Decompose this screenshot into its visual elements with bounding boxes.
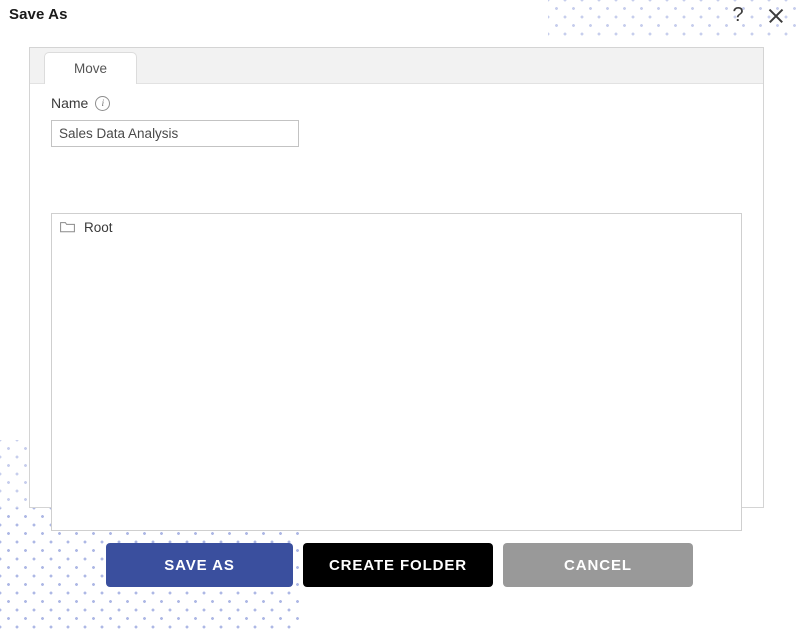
dialog-titlebar: Save As ? xyxy=(0,0,796,36)
name-input[interactable] xyxy=(51,120,299,147)
folder-tree-listbox[interactable]: Root xyxy=(51,213,742,531)
info-icon[interactable]: i xyxy=(95,95,111,111)
folder-tree-item-root[interactable]: Root xyxy=(52,214,741,240)
page-title: Save As xyxy=(9,6,68,23)
cancel-button[interactable]: CANCEL xyxy=(503,543,693,587)
folder-icon xyxy=(60,221,75,233)
folder-tree-item-label: Root xyxy=(84,219,113,235)
save-as-panel: Move Name i Root xyxy=(29,47,764,531)
tab-move-label: Move xyxy=(73,61,107,76)
save-as-button[interactable]: SAVE AS xyxy=(106,543,293,587)
name-label: Name xyxy=(51,95,89,111)
dialog-button-bar: SAVE AS CREATE FOLDER CANCEL xyxy=(0,543,796,595)
name-field-row: Name i xyxy=(51,95,111,111)
close-icon[interactable] xyxy=(762,2,790,30)
create-folder-button[interactable]: CREATE FOLDER xyxy=(303,543,493,587)
tab-strip: Move xyxy=(30,48,763,84)
tab-move[interactable]: Move xyxy=(44,52,137,84)
help-icon[interactable]: ? xyxy=(725,2,751,28)
